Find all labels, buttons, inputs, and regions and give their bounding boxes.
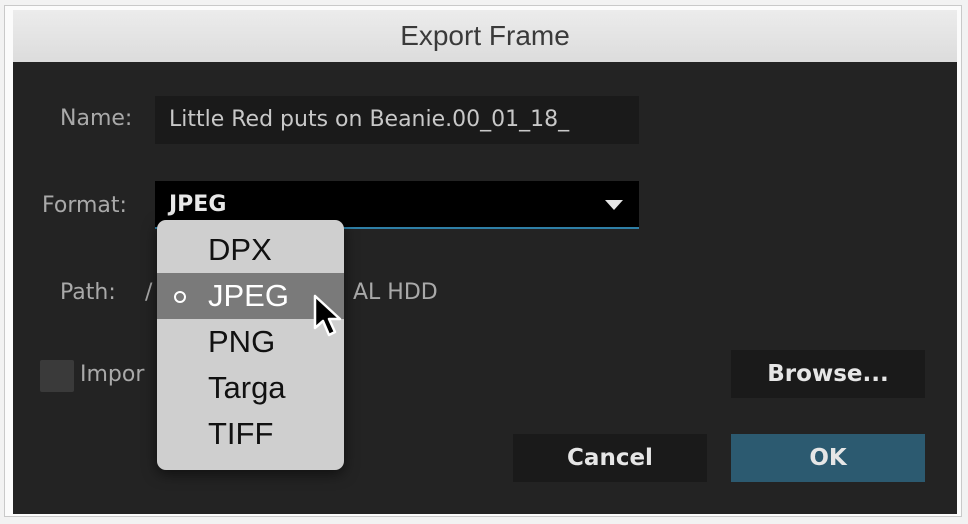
menu-item-label: Targa: [208, 370, 286, 405]
name-label: Name:: [60, 106, 133, 131]
chevron-down-icon: [605, 200, 623, 210]
import-label: Impor: [80, 362, 145, 387]
path-value-start: /: [145, 280, 153, 305]
window-title: Export Frame: [400, 20, 570, 51]
path-value-end: AL HDD: [353, 280, 438, 305]
name-input[interactable]: Little Red puts on Beanie.00_01_18_: [155, 96, 639, 144]
menu-item-targa[interactable]: Targa: [157, 365, 344, 411]
menu-item-label: JPEG: [208, 278, 289, 313]
selected-indicator-icon: [174, 291, 186, 303]
menu-item-label: DPX: [208, 232, 272, 267]
menu-item-tiff[interactable]: TIFF: [157, 411, 344, 457]
menu-item-dpx[interactable]: DPX: [157, 227, 344, 273]
export-frame-dialog: Name: Little Red puts on Beanie.00_01_18…: [13, 62, 957, 514]
browse-button[interactable]: Browse...: [731, 350, 925, 398]
path-label: Path:: [60, 280, 116, 305]
ok-button[interactable]: OK: [731, 434, 925, 482]
format-label: Format:: [42, 193, 127, 218]
cancel-button[interactable]: Cancel: [513, 434, 707, 482]
menu-item-label: PNG: [208, 324, 276, 359]
path-value: / AL HDD: [145, 280, 438, 305]
import-checkbox[interactable]: [40, 360, 74, 392]
menu-item-label: TIFF: [208, 416, 274, 451]
mouse-pointer-icon: [313, 294, 342, 337]
format-dropdown-menu: DPX JPEG PNG Targa TIFF: [157, 220, 344, 470]
title-bar: Export Frame: [13, 10, 957, 63]
format-selected-value: JPEG: [169, 192, 227, 217]
